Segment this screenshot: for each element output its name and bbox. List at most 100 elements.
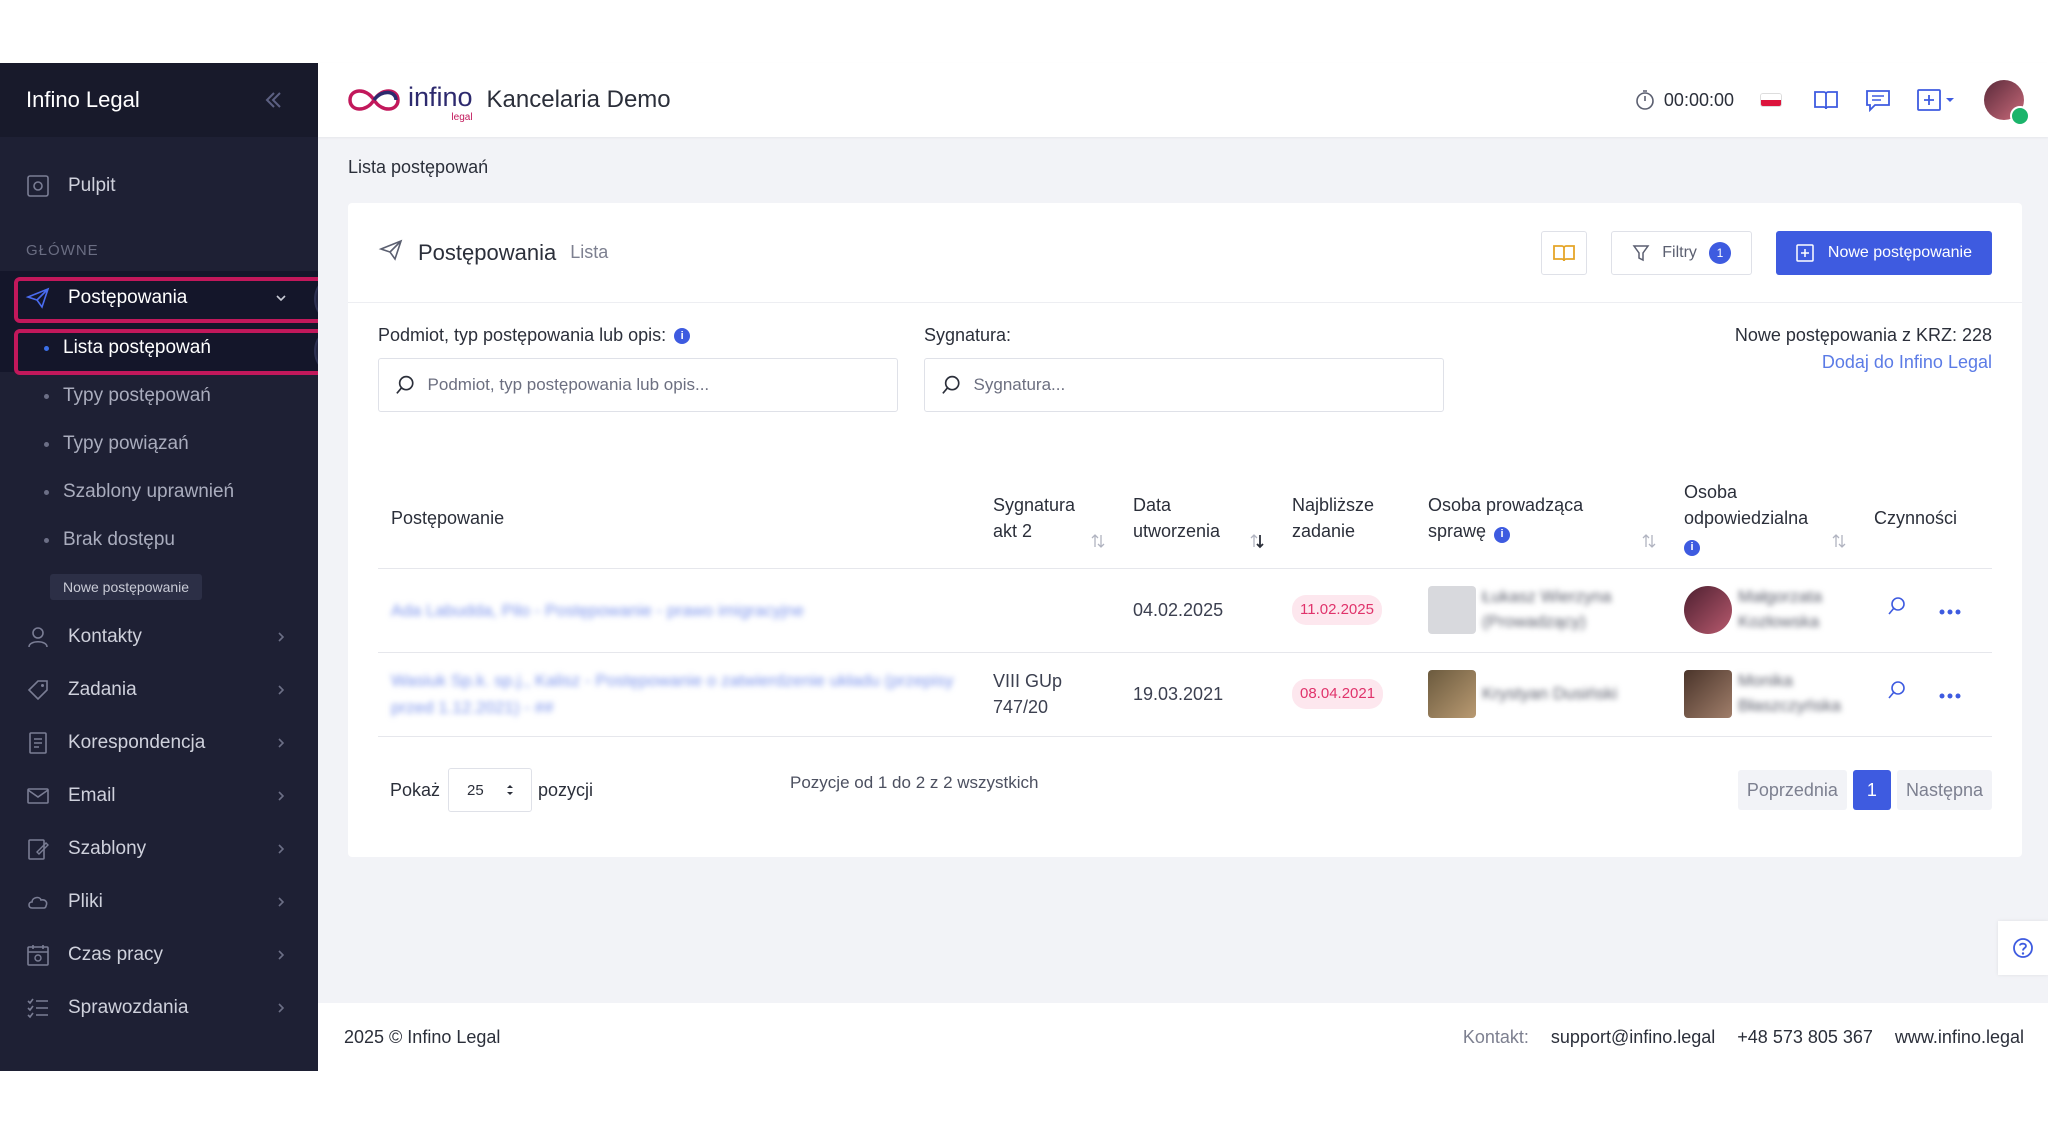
cell-odpowiedzialna: Monika Błaszczyńska [1671, 652, 1861, 737]
sidebar-subitem-label: Szablony uprawnień [63, 481, 235, 502]
search-icon[interactable] [1886, 679, 1908, 708]
chat-icon[interactable] [1864, 86, 1892, 114]
more-options-icon[interactable] [1938, 597, 1962, 623]
stopwatch-icon [1636, 90, 1654, 110]
search-icon[interactable] [1886, 595, 1908, 624]
sidebar-subitem-label: Lista postępowań [63, 337, 211, 358]
signature-filter-field[interactable] [924, 358, 1444, 412]
info-icon[interactable]: i [1494, 526, 1511, 543]
sort-desc-icon[interactable] [1249, 530, 1265, 548]
cloud-icon [24, 888, 52, 916]
sidebar-subitem-szablony-uprawnien[interactable]: Szablony uprawnień [0, 468, 318, 516]
chevron-right-icon [274, 895, 288, 909]
prev-page-button[interactable]: Poprzednia [1737, 770, 1847, 810]
col-sygnatura[interactable]: Sygnatura akt 2 [980, 468, 1120, 569]
sidebar-item-pliki[interactable]: Pliki [0, 875, 318, 928]
collapse-sidebar-icon[interactable] [260, 87, 286, 113]
contact-phone[interactable]: +48 573 805 367 [1737, 1027, 1873, 1048]
sidebar-item-label: Sprawozdania [68, 996, 189, 1018]
cell-czynnosci [1861, 568, 1992, 653]
sidebar-subitem-typy[interactable]: Typy postępowań [0, 372, 318, 420]
language-flag-pl-icon[interactable] [1760, 93, 1782, 107]
new-case-button[interactable]: Nowe postępowanie [1775, 230, 1992, 275]
person-name: Monika Błaszczyńska [1738, 671, 1841, 715]
sidebar-item-label: Email [68, 784, 116, 806]
krz-add-link[interactable]: Dodaj do Infino Legal [1735, 352, 1992, 373]
col-data-utworzenia[interactable]: Data utworzenia [1120, 468, 1279, 569]
more-options-icon[interactable] [1938, 681, 1962, 707]
krz-notice: Nowe postępowania z KRZ: 228 Dodaj do In… [1735, 325, 1992, 373]
cell-postepowanie[interactable]: Wasiuk Sp.k. sp.j., Kalisz - Postępowani… [378, 652, 980, 737]
avatar [1684, 670, 1732, 718]
cell-zadanie: 11.02.2025 [1279, 568, 1415, 653]
sidebar-item-sprawozdania[interactable]: Sprawozdania [0, 981, 318, 1034]
search-icon [942, 375, 960, 394]
col-postepowanie[interactable]: Postępowanie [378, 468, 980, 569]
checklist-icon [24, 994, 52, 1022]
sidebar-subitem-brak-dostepu[interactable]: Brak dostępu [0, 516, 318, 564]
bullet-icon [44, 393, 49, 399]
card-title: Postępowania [418, 239, 557, 265]
subject-search-input[interactable] [427, 375, 881, 395]
bullet-icon [44, 489, 49, 495]
table-header-row: Postępowanie Sygnatura akt 2 Data utworzen… [378, 468, 1992, 569]
quick-add-dropdown-icon[interactable] [1916, 86, 1960, 114]
calendar-clock-icon [24, 941, 52, 969]
work-timer[interactable]: 00:00:00 [1634, 89, 1734, 111]
krz-count: Nowe postępowania z KRZ: 228 [1734, 325, 1992, 345]
info-icon[interactable]: i [1684, 539, 1700, 556]
topbar: infino legal Kancelaria Demo 00:00:00 [318, 63, 2048, 137]
table-row[interactable]: Ada Labudda, Pilo - Postępowanie - prawo… [378, 568, 1992, 653]
case-link[interactable]: Ada Labudda, Pilo - Postępowanie - prawo… [391, 601, 804, 620]
sidebar-subitem-powiazania[interactable]: Typy powiązań [0, 420, 318, 468]
contact-email-link[interactable]: support@infino.legal [1551, 1027, 1715, 1048]
col-osoba-prowadzaca[interactable]: Osoba prowadząca sprawę i [1415, 468, 1671, 569]
page-button-1[interactable]: 1 [1852, 770, 1891, 810]
contacts-icon [24, 623, 52, 651]
sort-icon[interactable] [1831, 530, 1847, 548]
add-square-icon [1796, 243, 1814, 262]
table-row[interactable]: Wasiuk Sp.k. sp.j., Kalisz - Postępowani… [378, 652, 1992, 737]
person-name: Małgorzata Kozłowska [1738, 587, 1823, 631]
sidebar-item-pulpit[interactable]: Pulpit [0, 159, 318, 212]
sidebar-item-email[interactable]: Email [0, 769, 318, 822]
sidebar-item-korespondencja[interactable]: Korespondencja [0, 716, 318, 769]
help-guide-button[interactable] [1541, 230, 1588, 275]
sidebar-subitem-lista[interactable]: Lista postępowań [0, 324, 318, 372]
next-page-button[interactable]: Następna [1896, 770, 1992, 810]
subject-filter-field[interactable] [378, 358, 898, 412]
sidebar-section-label: GŁÓWNE [26, 242, 99, 259]
question-icon [2013, 938, 2033, 958]
sidebar-item-kontakty[interactable]: Kontakty [0, 610, 318, 663]
col-najblizsze-zadanie: Najbliższe zadanie [1279, 468, 1415, 569]
website-link[interactable]: www.infino.legal [1895, 1027, 2024, 1048]
case-link[interactable]: Wasiuk Sp.k. sp.j., Kalisz - Postępowani… [391, 671, 954, 717]
app-logo[interactable]: infino legal [346, 82, 473, 123]
sidebar-item-szablony[interactable]: Szablony [0, 822, 318, 875]
info-icon[interactable]: i [674, 327, 691, 344]
page-size-select[interactable]: 25 [448, 768, 533, 812]
copyright: 2025 © Infino Legal [344, 1026, 501, 1047]
pagination: Poprzednia 1 Następna [1737, 770, 1992, 810]
sidebar-brand: Infino Legal [0, 63, 318, 137]
filters-button[interactable]: Filtry 1 [1611, 230, 1752, 275]
sort-icon[interactable] [1090, 530, 1106, 548]
sidebar-item-czas-pracy[interactable]: Czas pracy [0, 928, 318, 981]
task-date-badge[interactable]: 11.02.2025 [1292, 595, 1382, 625]
sidebar-item-postepowania[interactable]: Postępowania [0, 271, 318, 324]
notification-bell-icon[interactable] [2010, 106, 2030, 126]
help-widget[interactable] [1998, 921, 2048, 975]
page-size-control: Pokaż 25 pozycji [378, 768, 593, 812]
task-date-badge[interactable]: 08.04.2021 [1292, 679, 1384, 709]
user-avatar[interactable] [1984, 80, 2030, 126]
dashboard-icon [24, 172, 52, 200]
new-case-chip[interactable]: Nowe postępowanie [50, 574, 203, 600]
sidebar-item-zadania[interactable]: Zadania [0, 663, 318, 716]
book-icon[interactable] [1812, 86, 1840, 114]
col-osoba-odpowiedzialna[interactable]: Osoba odpowiedzialna i [1671, 468, 1861, 569]
filter-bar: Podmiot, typ postępowania lub opis:i Syg… [378, 325, 1992, 435]
signature-search-input[interactable] [973, 375, 1427, 395]
cell-postepowanie[interactable]: Ada Labudda, Pilo - Postępowanie - prawo… [378, 568, 980, 653]
sort-icon[interactable] [1641, 530, 1657, 548]
cases-table: Postępowanie Sygnatura akt 2 Data utworzen… [378, 468, 1992, 737]
